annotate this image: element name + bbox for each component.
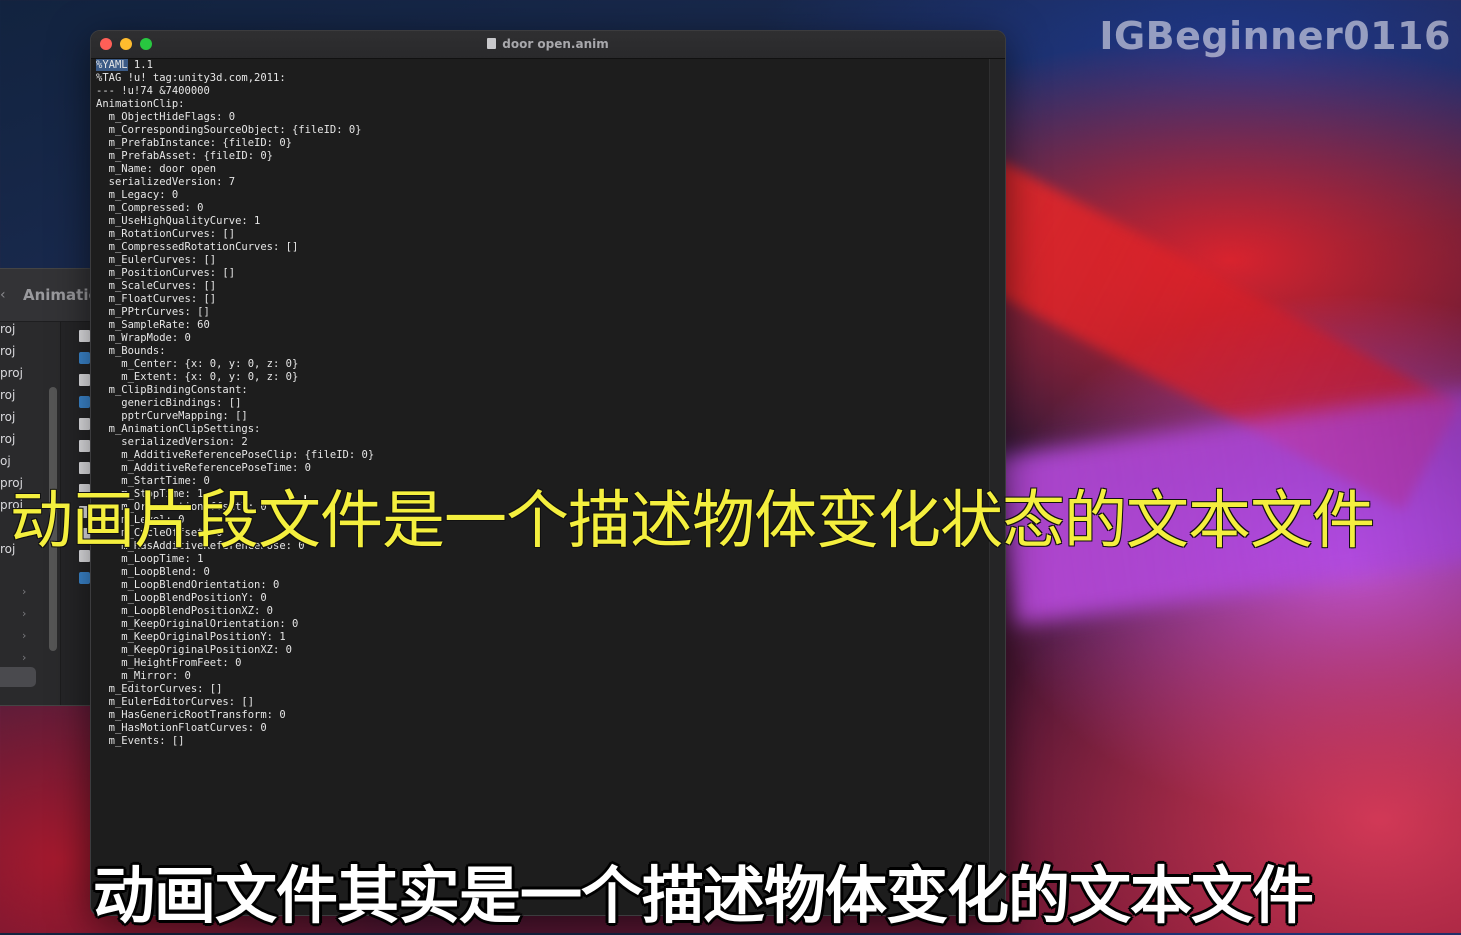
code-line[interactable]: m_LoopBlendPositionY: 0	[96, 592, 987, 605]
sidebar-item[interactable]: roj	[0, 432, 15, 446]
code-line[interactable]: %YAML 1.1	[96, 59, 987, 72]
folder-icon[interactable]	[79, 396, 90, 408]
code-line[interactable]: pptrCurveMapping: []	[96, 410, 987, 423]
code-line[interactable]: m_KeepOriginalPositionY: 1	[96, 631, 987, 644]
sidebar-item[interactable]: roj	[0, 388, 15, 402]
sidebar-item[interactable]: roj	[0, 344, 15, 358]
code-line[interactable]: m_EulerEditorCurves: []	[96, 696, 987, 709]
code-line[interactable]: m_RotationCurves: []	[96, 228, 987, 241]
chevron-right-icon[interactable]: ›	[22, 585, 26, 598]
subtitle-yellow: 动画片段文件是一个描述物体变化状态的文本文件	[10, 484, 1375, 557]
file-icon[interactable]	[79, 440, 90, 452]
code-line[interactable]: m_Compressed: 0	[96, 202, 987, 215]
code-line[interactable]: m_HasMotionFloatCurves: 0	[96, 722, 987, 735]
file-icon[interactable]	[79, 374, 90, 386]
code-line[interactable]: m_CorrespondingSourceObject: {fileID: 0}	[96, 124, 987, 137]
sidebar-selected-row[interactable]	[0, 667, 36, 687]
code-line[interactable]: m_PPtrCurves: []	[96, 306, 987, 319]
code-line[interactable]: m_KeepOriginalPositionXZ: 0	[96, 644, 987, 657]
code-line[interactable]: m_CompressedRotationCurves: []	[96, 241, 987, 254]
code-line[interactable]: m_Extent: {x: 0, y: 0, z: 0}	[96, 371, 987, 384]
sidebar-item[interactable]: oj	[0, 454, 11, 468]
code-line[interactable]: m_PositionCurves: []	[96, 267, 987, 280]
code-line[interactable]: m_Mirror: 0	[96, 670, 987, 683]
code-line[interactable]: m_HasGenericRootTransform: 0	[96, 709, 987, 722]
code-line[interactable]: m_ScaleCurves: []	[96, 280, 987, 293]
code-line[interactable]: m_Name: door open	[96, 163, 987, 176]
window-title-text: door open.anim	[502, 37, 609, 51]
file-icon[interactable]	[79, 418, 90, 430]
file-icon[interactable]	[79, 330, 90, 342]
code-line[interactable]: m_AnimationClipSettings:	[96, 423, 987, 436]
document-icon	[487, 38, 497, 49]
code-line[interactable]: serializedVersion: 7	[96, 176, 987, 189]
code-line[interactable]: m_FloatCurves: []	[96, 293, 987, 306]
channel-watermark: IGBeginner0116	[1099, 14, 1451, 58]
code-line[interactable]: m_Legacy: 0	[96, 189, 987, 202]
code-line[interactable]: m_SampleRate: 60	[96, 319, 987, 332]
code-line[interactable]: m_ClipBindingConstant:	[96, 384, 987, 397]
code-line[interactable]: m_ObjectHideFlags: 0	[96, 111, 987, 124]
subtitle-white: 动画文件其实是一个描述物体变化的文本文件	[93, 859, 1314, 932]
code-line[interactable]: m_Events: []	[96, 735, 987, 748]
code-line[interactable]: m_HeightFromFeet: 0	[96, 657, 987, 670]
sidebar-item[interactable]: roj	[0, 322, 15, 336]
code-line[interactable]: m_KeepOriginalOrientation: 0	[96, 618, 987, 631]
code-line[interactable]: m_LoopBlend: 0	[96, 566, 987, 579]
code-line[interactable]: m_PrefabInstance: {fileID: 0}	[96, 137, 987, 150]
code-line-text: 1.1	[127, 59, 153, 71]
file-content[interactable]: %YAML 1.1 %TAG !u! tag:unity3d.com,2011: -…	[96, 59, 987, 748]
sidebar-item[interactable]: roj	[0, 410, 15, 424]
folder-icon[interactable]	[79, 572, 90, 584]
sidebar-item[interactable]: proj	[0, 366, 23, 380]
window-titlebar[interactable]: door open.anim	[91, 31, 1005, 59]
code-line[interactable]: %TAG !u! tag:unity3d.com,2011:	[96, 72, 987, 85]
code-line[interactable]: m_EulerCurves: []	[96, 254, 987, 267]
code-line[interactable]: m_Center: {x: 0, y: 0, z: 0}	[96, 358, 987, 371]
code-line[interactable]: m_AdditiveReferencePoseClip: {fileID: 0}	[96, 449, 987, 462]
code-line[interactable]: --- !u!74 &7400000	[96, 85, 987, 98]
window-title: door open.anim	[91, 37, 1005, 51]
chevron-left-icon[interactable]: ‹	[0, 287, 6, 303]
finder-toolbar: ‹ Animation	[0, 269, 109, 322]
folder-icon[interactable]	[79, 352, 90, 364]
selected-text[interactable]: %YAML	[96, 59, 128, 71]
code-line[interactable]: m_LoopBlendPositionXZ: 0	[96, 605, 987, 618]
code-line[interactable]: serializedVersion: 2	[96, 436, 987, 449]
code-line[interactable]: AnimationClip:	[96, 98, 987, 111]
code-line[interactable]: m_LoopBlendOrientation: 0	[96, 579, 987, 592]
code-line[interactable]: m_PrefabAsset: {fileID: 0}	[96, 150, 987, 163]
chevron-right-icon[interactable]: ›	[22, 651, 26, 664]
code-line[interactable]: genericBindings: []	[96, 397, 987, 410]
code-line[interactable]: m_UseHighQualityCurve: 1	[96, 215, 987, 228]
code-line[interactable]: m_WrapMode: 0	[96, 332, 987, 345]
chevron-right-icon[interactable]: ›	[22, 629, 26, 642]
code-line[interactable]: m_Bounds:	[96, 345, 987, 358]
code-line[interactable]: m_EditorCurves: []	[96, 683, 987, 696]
chevron-right-icon[interactable]: ›	[22, 607, 26, 620]
